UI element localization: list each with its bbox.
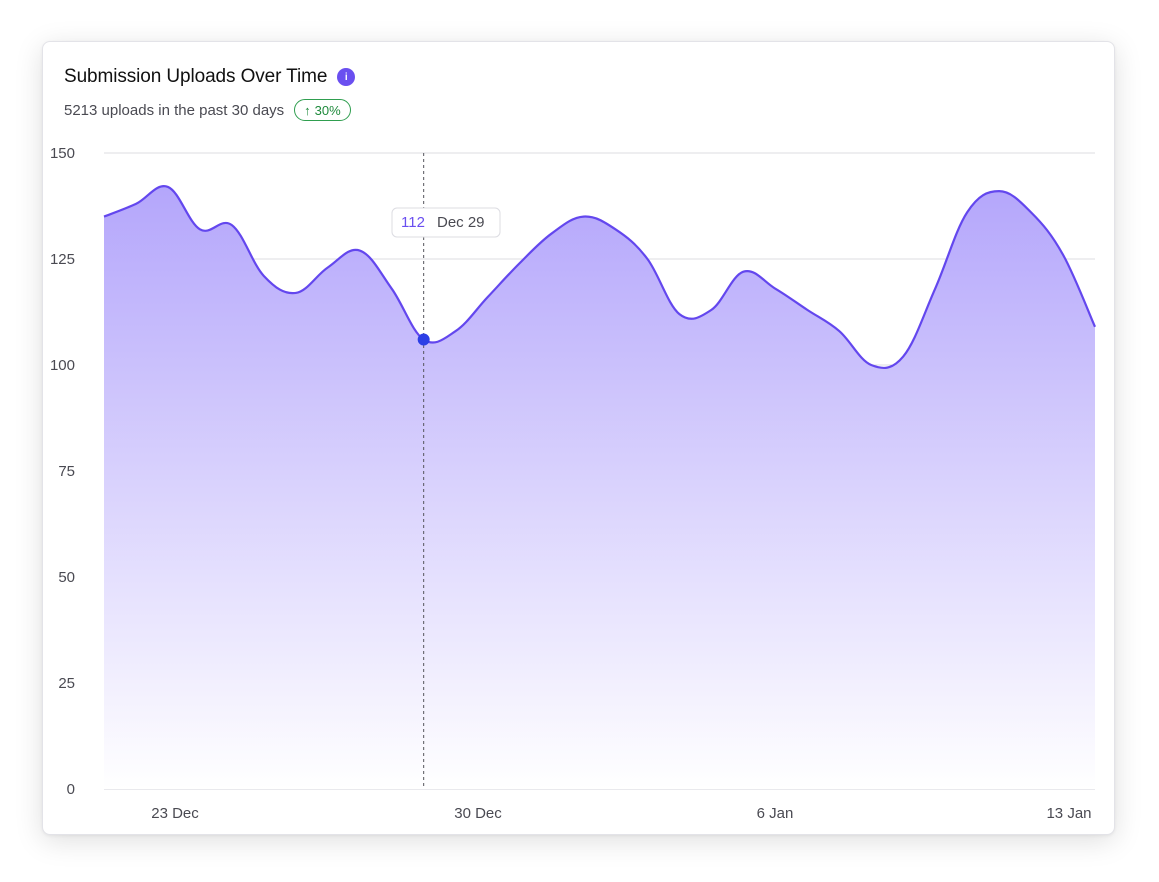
y-tick-label: 75 (58, 463, 75, 480)
area-chart[interactable]: 0 25 50 75 100 125 150 23 Dec 30 Dec 6 Jan 13 Jan… (43, 42, 1116, 836)
y-tick-label: 25 (58, 675, 75, 692)
y-tick-label: 125 (50, 251, 75, 268)
chart-card: Submission Uploads Over Time i 5213 uplo… (42, 41, 1115, 835)
area-fill (104, 186, 1095, 789)
x-tick-label: 23 Dec (151, 805, 199, 822)
tooltip-value: 112 (401, 214, 425, 231)
tooltip: 112 Dec 29 (391, 207, 501, 238)
y-tick-label: 100 (50, 357, 75, 374)
tooltip-date: Dec 29 (437, 214, 485, 231)
x-tick-label: 30 Dec (454, 805, 502, 822)
y-axis: 0 25 50 75 100 125 150 (50, 145, 75, 798)
x-tick-label: 6 Jan (757, 805, 794, 822)
x-tick-label: 13 Jan (1046, 805, 1091, 822)
x-axis: 23 Dec 30 Dec 6 Jan 13 Jan (151, 805, 1091, 822)
highlight-point[interactable] (417, 333, 430, 346)
y-tick-label: 0 (67, 781, 75, 798)
y-tick-label: 150 (50, 145, 75, 162)
y-tick-label: 50 (58, 569, 75, 586)
